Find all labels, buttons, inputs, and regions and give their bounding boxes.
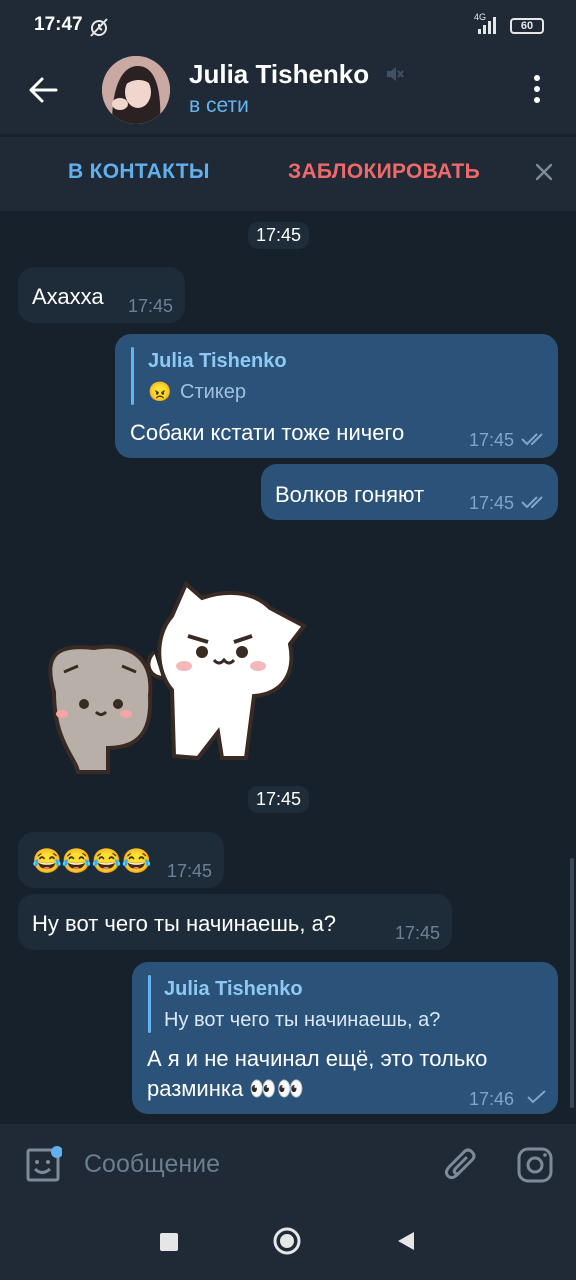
reply-author: Julia Tishenko [164, 978, 303, 1000]
sticker-icon[interactable] [24, 1146, 62, 1184]
date-chip: 17:45 [248, 222, 310, 249]
more-vert-icon[interactable] [526, 72, 548, 106]
reply-author: Julia Tishenko [148, 350, 287, 372]
reply-emoji: 😠 [148, 382, 172, 403]
signal-icon [478, 17, 496, 34]
message-text: Ахахха [32, 284, 104, 309]
battery-icon: 60 [510, 18, 544, 34]
sticker-image[interactable] [38, 572, 308, 778]
nav-home-icon[interactable] [273, 1227, 301, 1255]
double-check-icon [521, 433, 543, 446]
message-input[interactable]: Сообщение [84, 1150, 220, 1179]
nav-recents-icon[interactable] [160, 1233, 178, 1251]
contact-status: в сети [189, 94, 249, 117]
attach-icon[interactable] [444, 1146, 478, 1184]
message-text: 😂😂😂😂 [32, 848, 152, 875]
scrollbar[interactable] [570, 858, 574, 1108]
back-arrow-icon[interactable] [20, 70, 66, 110]
contact-name[interactable]: Julia Tishenko [189, 59, 369, 90]
camera-icon[interactable] [516, 1146, 554, 1184]
message-time: 17:45 [128, 296, 174, 316]
message-text: Ну вот чего ты начинаешь, а? [32, 911, 337, 936]
status-time: 17:47 [34, 14, 83, 35]
close-icon[interactable] [532, 160, 556, 184]
message-text-line1: А я и не начинал ещё, это только [147, 1046, 488, 1071]
double-check-icon [521, 496, 543, 509]
message-time: 17:46 [469, 1089, 515, 1109]
mute-icon [387, 67, 404, 81]
message-time: 17:45 [469, 493, 515, 513]
block-button[interactable]: ЗАБЛОКИРОВАТЬ [288, 160, 480, 184]
nav-back-icon[interactable] [396, 1230, 416, 1252]
message-text: Волков гоняют [275, 482, 425, 507]
add-contact-button[interactable]: В КОНТАКТЫ [68, 160, 210, 184]
message-text: Собаки кстати тоже ничего [130, 420, 405, 445]
alarm-off-icon [90, 18, 108, 37]
message-time: 17:45 [469, 430, 515, 450]
reply-bar [148, 975, 151, 1033]
avatar[interactable] [102, 56, 170, 124]
check-icon [527, 1090, 546, 1104]
date-chip: 17:45 [248, 786, 310, 813]
reply-text: Ну вот чего ты начинаешь, а? [164, 1009, 441, 1031]
message-text-line2: разминка 👀👀 [147, 1076, 305, 1101]
message-time: 17:45 [395, 923, 441, 943]
reply-text: Стикер [180, 381, 246, 403]
message-time: 17:45 [167, 861, 213, 881]
reply-bar [131, 347, 134, 405]
